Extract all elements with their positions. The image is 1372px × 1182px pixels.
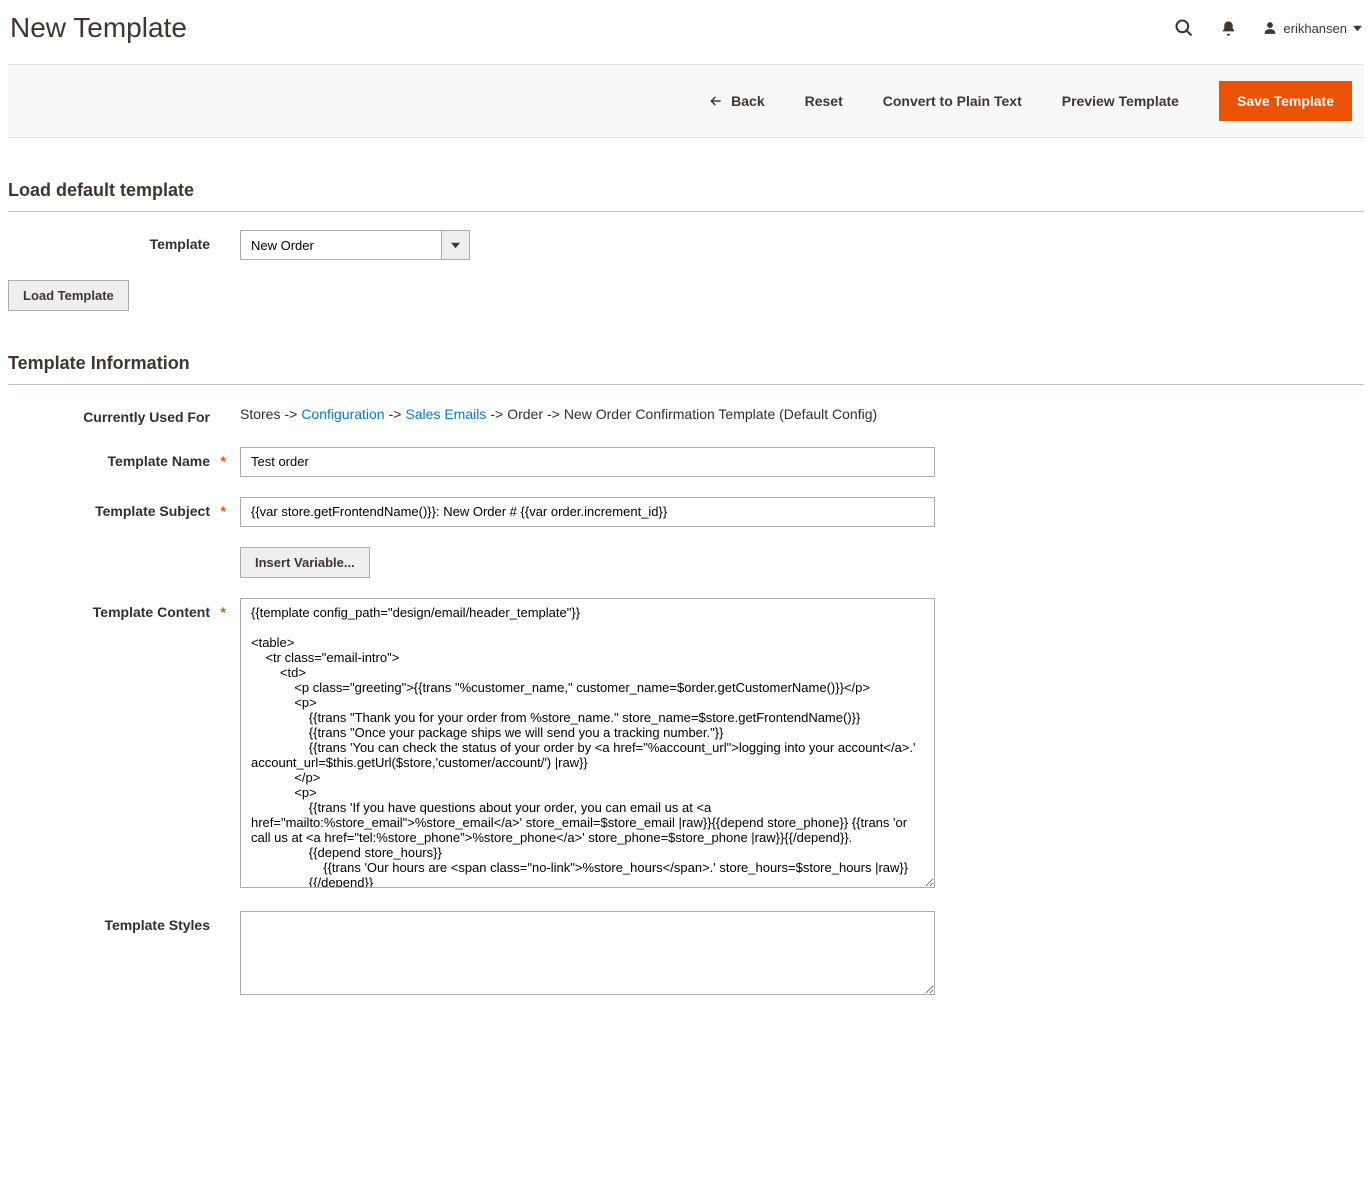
page-title: New Template (10, 12, 1174, 44)
template-select-input[interactable]: New Order (241, 231, 441, 259)
chevron-down-icon (441, 231, 469, 259)
template-subject-label: Template Subject (8, 497, 240, 519)
username-text: erikhansen (1283, 21, 1347, 36)
template-content-label: Template Content (8, 598, 240, 620)
template-name-input[interactable] (240, 447, 935, 477)
sales-emails-link[interactable]: Sales Emails (405, 406, 486, 422)
used-for-label: Currently Used For (8, 403, 240, 425)
template-name-label: Template Name (8, 447, 240, 469)
action-bar: Back Reset Convert to Plain Text Preview… (8, 64, 1364, 138)
user-menu[interactable]: erikhansen (1263, 21, 1362, 36)
convert-button[interactable]: Convert to Plain Text (883, 93, 1022, 109)
template-select[interactable]: New Order (240, 230, 470, 260)
template-styles-textarea[interactable] (240, 911, 935, 995)
user-icon (1263, 21, 1277, 35)
arrow-left-icon (709, 94, 723, 108)
reset-button[interactable]: Reset (805, 93, 843, 109)
insert-variable-button[interactable]: Insert Variable... (240, 547, 370, 578)
template-subject-input[interactable] (240, 497, 935, 527)
load-section-title: Load default template (8, 180, 1364, 212)
load-template-button[interactable]: Load Template (8, 280, 129, 311)
save-button[interactable]: Save Template (1219, 81, 1352, 121)
preview-button[interactable]: Preview Template (1062, 93, 1179, 109)
template-content-textarea[interactable]: {{template config_path="design/email/hea… (240, 598, 935, 888)
info-section-title: Template Information (8, 353, 1364, 385)
configuration-link[interactable]: Configuration (301, 406, 384, 422)
template-select-label: Template (8, 230, 240, 252)
bell-icon[interactable] (1220, 20, 1237, 37)
back-button[interactable]: Back (709, 93, 764, 109)
used-for-path: Stores->Configuration->Sales Emails->Ord… (240, 403, 1364, 427)
caret-down-icon (1353, 24, 1362, 33)
search-icon[interactable] (1174, 18, 1194, 38)
template-styles-label: Template Styles (8, 911, 240, 933)
